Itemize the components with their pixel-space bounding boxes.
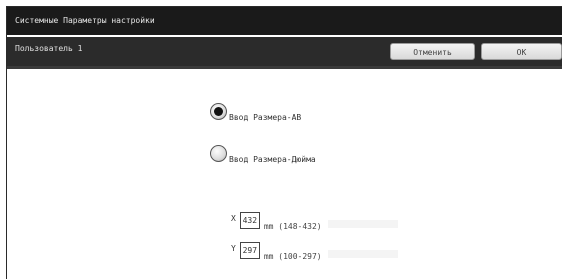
size-x-row: X 432 mm (148-432): [231, 211, 398, 231]
radio-option-inch[interactable]: Ввод Размера-Дюйма: [210, 145, 316, 164]
radio-label-inch: Ввод Размера-Дюйма: [229, 155, 316, 164]
user-label: Пользователь 1: [15, 44, 83, 53]
size-x-input[interactable]: 432: [239, 212, 260, 229]
size-y-row: Y 297 mm (100-297): [231, 241, 398, 261]
header-bar: Пользователь 1 Отменить OK: [7, 37, 562, 69]
range-shade: [327, 250, 398, 258]
size-y-range: mm (100-297): [263, 252, 322, 261]
radio-option-ab[interactable]: Ввод Размера-AB: [210, 103, 302, 122]
x-axis-label: X: [231, 214, 236, 223]
cancel-button[interactable]: Отменить: [390, 43, 475, 60]
title-bar: Системные Параметры настройки: [7, 7, 562, 35]
size-y-input[interactable]: 297: [239, 242, 260, 259]
range-shade: [327, 220, 398, 228]
size-x-range: mm (148-432): [263, 222, 322, 231]
radio-unchecked-icon[interactable]: [210, 145, 227, 162]
window-title: Системные Параметры настройки: [15, 16, 155, 25]
radio-label-ab: Ввод Размера-AB: [229, 113, 302, 122]
ok-button[interactable]: OK: [481, 43, 562, 60]
content-area: Ввод Размера-AB Ввод Размера-Дюйма X 432…: [7, 69, 562, 280]
radio-checked-icon[interactable]: [210, 103, 227, 120]
settings-dialog: Системные Параметры настройки Пользовате…: [6, 6, 562, 280]
y-axis-label: Y: [231, 244, 236, 253]
